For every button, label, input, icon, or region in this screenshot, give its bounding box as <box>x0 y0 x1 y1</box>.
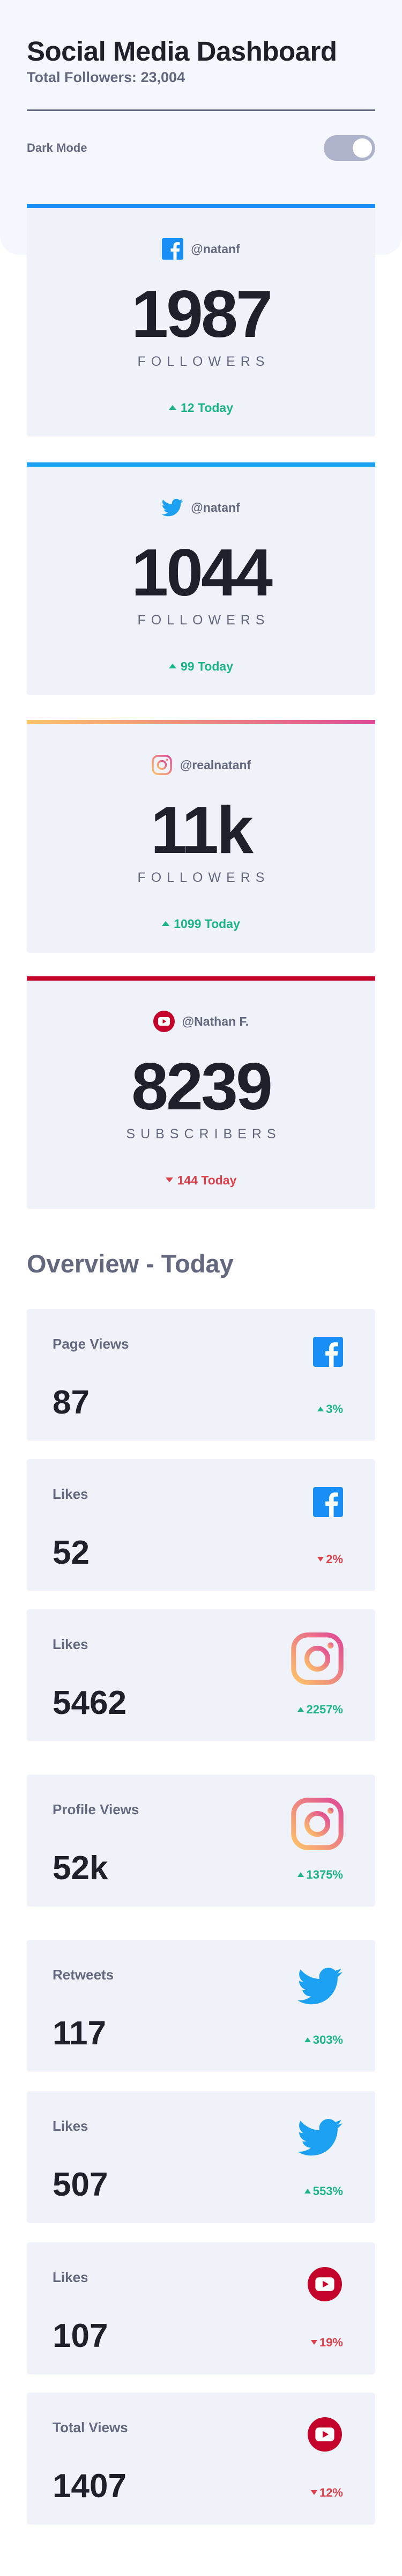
facebook-icon <box>162 238 184 260</box>
up-arrow-icon <box>304 2037 311 2042</box>
overview-change: 2% <box>317 1552 343 1566</box>
subscriber-count: 8239 <box>131 1050 273 1124</box>
down-arrow-icon <box>317 1556 324 1562</box>
down-arrow-icon <box>310 2339 317 2345</box>
overview-change: 19% <box>310 2336 343 2350</box>
dark-mode-label: Dark Mode <box>27 141 87 154</box>
overview-title: Overview - Today <box>27 1249 234 1278</box>
follower-change: 1099 Today <box>27 917 375 931</box>
overview-change: 303% <box>304 2033 343 2047</box>
instagram-icon <box>291 1798 344 1850</box>
overview-metric: Retweets <box>53 1967 114 1983</box>
twitter-icon <box>298 2119 343 2156</box>
up-arrow-icon <box>297 1706 304 1712</box>
card-top-border <box>27 976 375 981</box>
youtube-icon <box>308 2267 342 2301</box>
down-arrow-icon <box>165 1177 173 1183</box>
overview-value: 107 <box>53 2317 108 2354</box>
follower-card-twitter[interactable]: @natanf 1044 FOLLOWERS 99 Today <box>27 462 375 695</box>
overview-card[interactable]: Profile Views 52k 1375% <box>27 1775 375 1907</box>
overview-value: 87 <box>53 1384 90 1421</box>
overview-card[interactable]: Likes 507 553% <box>27 2091 375 2223</box>
card-handle-row: @Nathan F. <box>27 1011 375 1032</box>
twitter-icon <box>298 1968 343 2005</box>
card-top-border <box>27 720 375 724</box>
up-arrow-icon <box>162 921 170 926</box>
overview-card[interactable]: Likes 5462 2257% <box>27 1609 375 1741</box>
follower-count: 11k <box>150 793 254 867</box>
overview-card[interactable]: Likes 107 19% <box>27 2242 375 2374</box>
card-handle: @realnatanf <box>180 757 251 772</box>
overview-metric: Total Views <box>53 2419 128 2435</box>
card-handle: @Nathan F. <box>182 1014 249 1028</box>
dark-mode-row: Dark Mode <box>27 135 375 161</box>
facebook-icon <box>313 1487 343 1517</box>
overview-metric: Likes <box>53 1486 88 1502</box>
overview-value: 1407 <box>53 2468 126 2505</box>
overview-card[interactable]: Likes 52 2% <box>27 1459 375 1591</box>
overview-value: 507 <box>53 2166 108 2203</box>
follower-count: 1987 <box>131 277 273 351</box>
follower-unit: FOLLOWERS <box>137 870 270 885</box>
card-handle-row: @natanf <box>27 238 375 260</box>
card-handle: @natanf <box>191 241 240 256</box>
page-title: Social Media Dashboard <box>27 36 337 67</box>
overview-card[interactable]: Page Views 87 3% <box>27 1309 375 1441</box>
follower-card-instagram[interactable]: @realnatanf 11k FOLLOWERS 1099 Today <box>27 720 375 953</box>
overview-value: 52 <box>53 1534 90 1571</box>
divider <box>27 109 375 111</box>
follower-change: 99 Today <box>27 659 375 674</box>
facebook-icon <box>313 1337 343 1367</box>
overview-card[interactable]: Retweets 117 303% <box>27 1940 375 2072</box>
card-top-border <box>27 462 375 467</box>
card-handle-row: @realnatanf <box>27 754 375 776</box>
overview-change: 3% <box>317 1402 343 1416</box>
up-arrow-icon <box>169 405 176 410</box>
instagram-icon <box>152 755 172 775</box>
toggle-knob <box>353 138 372 158</box>
overview-card[interactable]: Total Views 1407 12% <box>27 2393 375 2525</box>
card-handle: @natanf <box>191 500 240 514</box>
youtube-icon <box>153 1011 175 1032</box>
follower-unit: FOLLOWERS <box>137 613 270 628</box>
twitter-icon <box>162 498 183 517</box>
overview-metric: Likes <box>53 2269 88 2285</box>
follower-change: 12 Today <box>27 401 375 415</box>
overview-metric: Likes <box>53 1636 88 1652</box>
overview-change: 553% <box>304 2184 343 2198</box>
follower-change: 144 Today <box>27 1173 375 1188</box>
overview-value: 117 <box>53 2015 107 2052</box>
overview-value: 5462 <box>53 1684 126 1721</box>
youtube-icon <box>308 2417 342 2452</box>
overview-change: 12% <box>310 2486 343 2500</box>
up-arrow-icon <box>304 2188 311 2194</box>
up-arrow-icon <box>317 1406 324 1411</box>
overview-metric: Profile Views <box>53 1801 139 1817</box>
total-followers: Total Followers: 23,004 <box>27 69 185 85</box>
follower-card-facebook[interactable]: @natanf 1987 FOLLOWERS 12 Today <box>27 204 375 437</box>
instagram-icon <box>291 1632 344 1685</box>
up-arrow-icon <box>297 1872 304 1877</box>
overview-change: 1375% <box>297 1868 343 1882</box>
follower-unit: FOLLOWERS <box>137 354 270 369</box>
overview-metric: Page Views <box>53 1336 129 1352</box>
down-arrow-icon <box>310 2490 317 2495</box>
follower-count: 1044 <box>131 536 273 610</box>
overview-metric: Likes <box>53 2118 88 2134</box>
dark-mode-toggle[interactable] <box>324 135 375 161</box>
dashboard-header: Social Media Dashboard Total Followers: … <box>27 0 375 161</box>
overview-value: 52k <box>53 1850 108 1887</box>
follower-card-youtube[interactable]: @Nathan F. 8239 SUBSCRIBERS 144 Today <box>27 976 375 1209</box>
up-arrow-icon <box>169 664 176 669</box>
card-top-border <box>27 204 375 208</box>
overview-change: 2257% <box>297 1703 343 1717</box>
card-handle-row: @natanf <box>27 497 375 518</box>
subscriber-unit: SUBSCRIBERS <box>126 1127 281 1142</box>
